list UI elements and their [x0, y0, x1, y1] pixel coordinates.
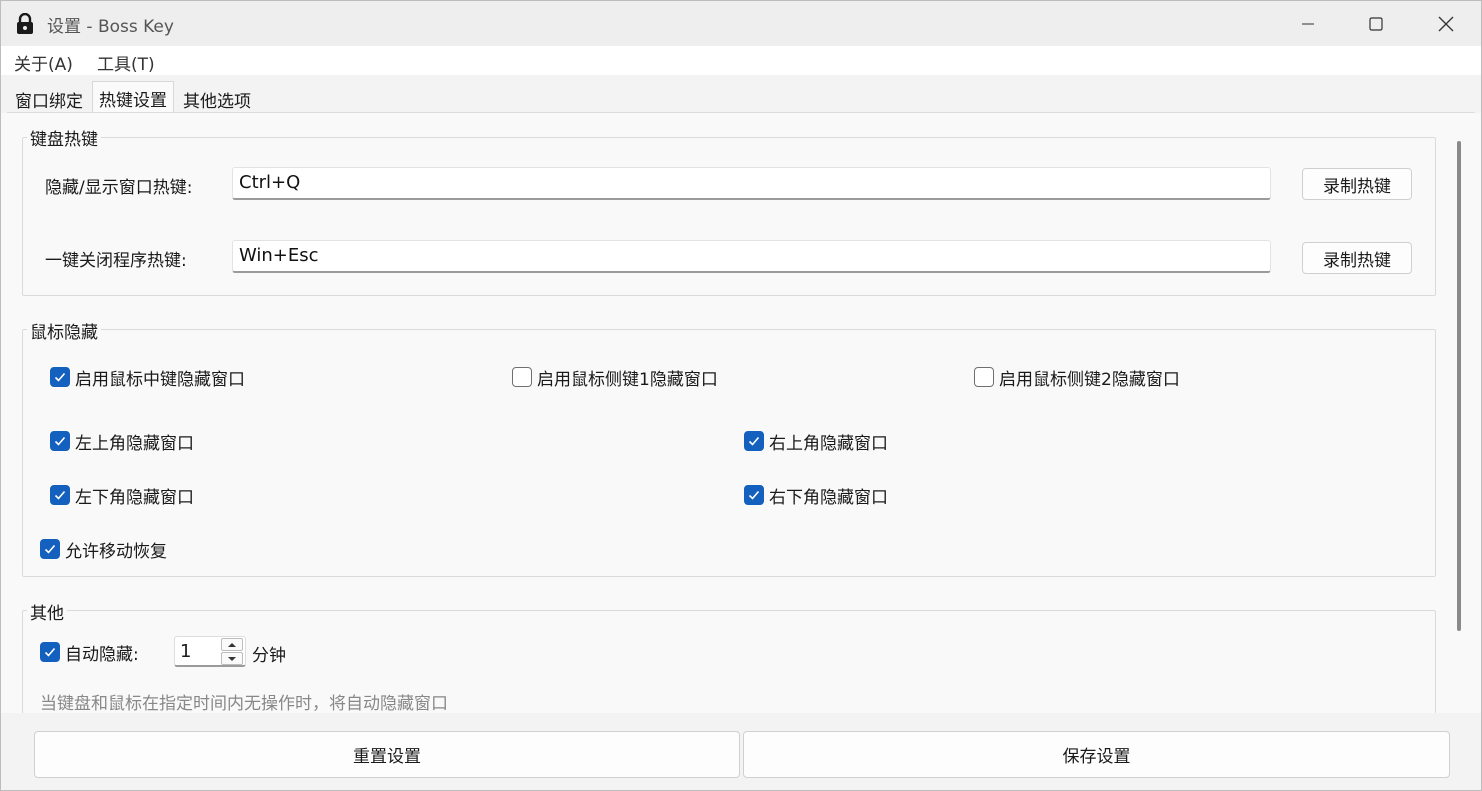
keyboard-hotkey-title: 键盘热键 — [27, 125, 101, 150]
menu-bar: 关于(A) 工具(T) — [1, 46, 1481, 75]
auto-hide-label: 自动隐藏: — [65, 644, 139, 665]
scrollbar-thumb[interactable] — [1457, 141, 1461, 631]
side-button2-hide-checkbox[interactable]: 启用鼠标侧键2隐藏窗口 — [974, 366, 1180, 390]
unchecked-box-icon — [974, 367, 994, 387]
close-icon — [1438, 16, 1454, 31]
window-title: 设置 - Boss Key — [47, 17, 174, 37]
checkmark-icon — [50, 367, 70, 387]
lock-icon — [17, 13, 33, 34]
checkmark-icon — [744, 431, 764, 451]
bottom-left-hide-checkbox[interactable]: 左下角隐藏窗口 — [50, 484, 194, 508]
save-settings-button[interactable]: 保存设置 — [743, 731, 1450, 778]
bottom-left-hide-label: 左下角隐藏窗口 — [75, 487, 194, 508]
menu-tools[interactable]: 工具(T) — [97, 50, 155, 75]
side-button1-hide-label: 启用鼠标侧键1隐藏窗口 — [537, 369, 718, 390]
side-button2-hide-label: 启用鼠标侧键2隐藏窗口 — [999, 369, 1180, 390]
tab-window-binding[interactable]: 窗口绑定 — [9, 83, 89, 113]
close-button[interactable] — [1411, 1, 1481, 46]
tab-bar: 窗口绑定 热键设置 其他选项 — [1, 75, 1481, 113]
auto-hide-checkbox[interactable]: 自动隐藏: — [40, 641, 139, 665]
auto-hide-minutes-value[interactable]: 1 — [180, 641, 191, 662]
top-left-hide-checkbox[interactable]: 左上角隐藏窗口 — [50, 430, 194, 454]
maximize-button[interactable] — [1341, 1, 1411, 46]
record-hide-show-hotkey-button[interactable]: 录制热键 — [1302, 168, 1412, 200]
tab-hotkey-settings[interactable]: 热键设置 — [92, 81, 174, 113]
unchecked-box-icon — [512, 367, 532, 387]
top-left-hide-label: 左上角隐藏窗口 — [75, 433, 194, 454]
hotkey-settings-panel: 键盘热键 隐藏/显示窗口热键: Ctrl+Q 录制热键 一键关闭程序热键: Wi… — [7, 112, 1475, 713]
minimize-button[interactable] — [1273, 1, 1343, 46]
chevron-up-icon — [228, 642, 236, 647]
middle-button-hide-label: 启用鼠标中键隐藏窗口 — [75, 369, 245, 390]
minutes-unit-label: 分钟 — [252, 646, 286, 666]
chevron-down-icon — [228, 656, 236, 661]
mouse-hide-title: 鼠标隐藏 — [27, 318, 101, 343]
auto-hide-hint: 当键盘和鼠标在指定时间内无操作时，将自动隐藏窗口 — [40, 694, 448, 713]
checkmark-icon — [50, 485, 70, 505]
maximize-icon — [1369, 16, 1383, 31]
checkmark-icon — [744, 485, 764, 505]
close-program-hotkey-input[interactable]: Win+Esc — [232, 240, 1271, 273]
bottom-right-hide-checkbox[interactable]: 右下角隐藏窗口 — [744, 484, 888, 508]
increment-button[interactable] — [221, 638, 243, 651]
side-button1-hide-checkbox[interactable]: 启用鼠标侧键1隐藏窗口 — [512, 366, 718, 390]
decrement-button[interactable] — [221, 652, 243, 665]
allow-move-restore-label: 允许移动恢复 — [65, 541, 167, 562]
minimize-icon — [1302, 23, 1314, 24]
checkmark-icon — [40, 642, 60, 662]
reset-settings-button[interactable]: 重置设置 — [34, 731, 740, 778]
checkmark-icon — [50, 431, 70, 451]
checkmark-icon — [40, 539, 60, 559]
allow-move-restore-checkbox[interactable]: 允许移动恢复 — [40, 538, 167, 562]
bottom-right-hide-label: 右下角隐藏窗口 — [769, 487, 888, 508]
settings-window: 设置 - Boss Key 关于(A) 工具(T) 窗口绑定 热键设置 其他选项… — [0, 0, 1482, 791]
hide-show-hotkey-input[interactable]: Ctrl+Q — [232, 167, 1271, 200]
auto-hide-minutes-stepper[interactable]: 1 — [174, 636, 246, 667]
menu-about[interactable]: 关于(A) — [14, 50, 73, 75]
hide-show-hotkey-label: 隐藏/显示窗口热键: — [45, 178, 193, 198]
middle-button-hide-checkbox[interactable]: 启用鼠标中键隐藏窗口 — [50, 366, 245, 390]
other-title: 其他 — [27, 599, 67, 624]
close-program-hotkey-label: 一键关闭程序热键: — [45, 251, 187, 271]
tab-other-options[interactable]: 其他选项 — [177, 83, 257, 113]
title-bar[interactable]: 设置 - Boss Key — [1, 1, 1481, 46]
bottom-button-bar: 重置设置 保存设置 — [1, 713, 1481, 790]
top-right-hide-checkbox[interactable]: 右上角隐藏窗口 — [744, 430, 888, 454]
record-close-program-hotkey-button[interactable]: 录制热键 — [1302, 242, 1412, 274]
top-right-hide-label: 右上角隐藏窗口 — [769, 433, 888, 454]
